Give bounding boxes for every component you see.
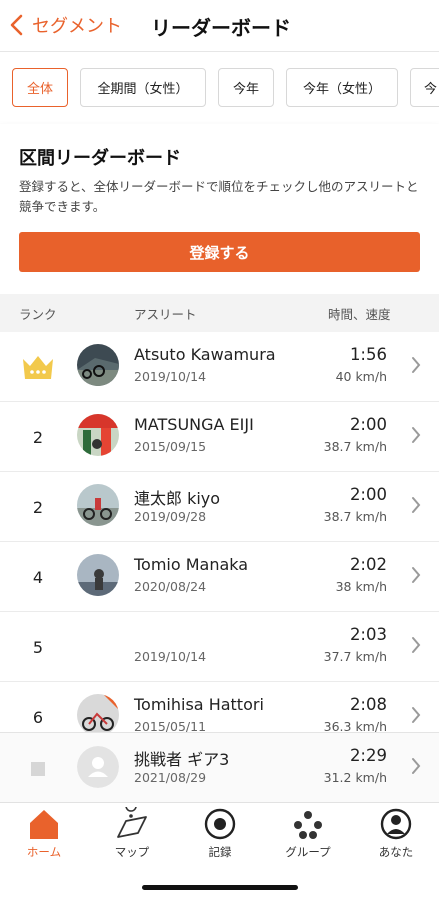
leaderboard-row[interactable]: 4 Tomio Manaka 2020/08/24 2:02 38 km/h — [0, 542, 439, 612]
leaderboard-row[interactable]: 2 連太郎 kiyo 2019/09/28 2:00 38.7 km/h — [0, 472, 439, 542]
record-icon — [204, 808, 236, 840]
effort-date: 2019/10/14 — [134, 649, 207, 664]
filter-bar: 全体 全期間（女性） 今年 今年（女性） 今 — [0, 52, 439, 124]
leaderboard-column-header: ランク アスリート 時間、速度 — [0, 294, 439, 332]
effort-speed: 40 km/h — [335, 369, 387, 384]
leaderboard-row[interactable]: Atsuto Kawamura 2019/10/14 1:56 40 km/h — [0, 332, 439, 402]
effort-speed: 38.7 km/h — [323, 439, 387, 454]
effort-speed: 37.7 km/h — [323, 649, 387, 664]
groups-icon — [294, 811, 322, 839]
effort-speed: 38 km/h — [335, 579, 387, 594]
default-avatar-icon — [77, 746, 119, 788]
tab-label: 記録 — [208, 845, 232, 859]
effort-time: 2:29 — [349, 746, 387, 765]
column-time-speed: 時間、速度 — [328, 307, 391, 322]
bottom-tab-bar: ホーム マップ 記録 グループ あなた — [0, 802, 439, 899]
tab-profile[interactable]: あなた — [352, 807, 439, 865]
column-athlete: アスリート — [134, 307, 197, 322]
tab-groups[interactable]: グループ — [264, 807, 352, 865]
tab-label: あなた — [378, 845, 414, 859]
chevron-right-icon — [412, 707, 421, 723]
avatar — [77, 746, 119, 788]
leaderboard-info-card: 区間リーダーボード 登録すると、全体リーダーボードで順位をチェックし他のアスリー… — [0, 124, 439, 294]
effort-speed: 31.2 km/h — [323, 770, 387, 785]
chevron-left-icon — [10, 14, 23, 36]
effort-date: 2021/08/29 — [134, 770, 207, 785]
leaderboard-list: Atsuto Kawamura 2019/10/14 1:56 40 km/h … — [0, 332, 439, 732]
map-icon — [117, 807, 147, 838]
athlete-name: Tomihisa Hattori — [134, 695, 264, 714]
effort-date: 2015/05/11 — [134, 719, 207, 732]
filter-chip-more[interactable]: 今 — [410, 68, 439, 107]
profile-icon — [380, 808, 412, 840]
back-button[interactable]: セグメント — [8, 10, 122, 40]
effort-time: 1:56 — [349, 345, 387, 364]
avatar — [77, 554, 119, 596]
back-label: セグメント — [32, 16, 122, 37]
effort-time: 2:08 — [349, 695, 387, 714]
tab-home[interactable]: ホーム — [0, 807, 88, 865]
rank-number: 6 — [32, 707, 44, 727]
tab-label: グループ — [285, 845, 331, 859]
home-indicator — [142, 885, 298, 890]
rank-number: 5 — [32, 637, 44, 657]
effort-date: 2019/09/28 — [134, 509, 207, 524]
tab-label: ホーム — [26, 845, 62, 859]
filter-chip-all[interactable]: 全体 — [12, 68, 68, 107]
tab-record[interactable]: 記録 — [176, 807, 264, 865]
card-description: 登録すると、全体リーダーボードで順位をチェックし他のアスリートと競争できます。 — [19, 179, 419, 214]
effort-speed: 36.3 km/h — [323, 719, 387, 732]
effort-speed: 38.7 km/h — [323, 509, 387, 524]
card-title: 区間リーダーボード — [19, 148, 181, 169]
effort-time: 2:00 — [349, 485, 387, 504]
chevron-right-icon — [412, 637, 421, 653]
leaderboard-row[interactable]: 2 MATSUNGA EIJI 2015/09/15 2:00 38.7 km/… — [0, 402, 439, 472]
filter-chip-all-time-women[interactable]: 全期間（女性） — [80, 68, 206, 107]
chevron-right-icon — [412, 567, 421, 583]
leaderboard-row[interactable]: 5 2019/10/14 2:03 37.7 km/h — [0, 612, 439, 682]
athlete-name: 連太郎 kiyo — [134, 489, 221, 508]
home-icon — [30, 810, 58, 839]
athlete-name: Tomio Manaka — [134, 555, 249, 574]
athlete-name: MATSUNGA EIJI — [134, 415, 254, 434]
rank-number: 2 — [32, 497, 44, 517]
chevron-right-icon — [412, 758, 421, 774]
avatar — [77, 694, 119, 732]
rank-number: 4 — [32, 567, 44, 587]
nav-header: セグメント リーダーボード — [0, 0, 439, 52]
effort-date: 2019/10/14 — [134, 369, 207, 384]
effort-time: 2:02 — [349, 555, 387, 574]
rank-placeholder — [31, 762, 45, 776]
chevron-right-icon — [412, 357, 421, 373]
tab-map[interactable]: マップ — [88, 807, 176, 865]
column-rank: ランク — [19, 307, 57, 322]
effort-time: 2:03 — [349, 625, 387, 644]
rank-crown — [20, 332, 56, 402]
chevron-right-icon — [412, 497, 421, 513]
athlete-name: 挑戦者 ギア3 — [134, 750, 230, 769]
chevron-right-icon — [412, 427, 421, 443]
my-effort-row[interactable]: 挑戦者 ギア3 2021/08/29 2:29 31.2 km/h — [0, 732, 439, 802]
effort-date: 2020/08/24 — [134, 579, 207, 594]
effort-time: 2:00 — [349, 415, 387, 434]
crown-icon — [23, 356, 53, 379]
tab-label: マップ — [114, 845, 150, 859]
register-button[interactable]: 登録する — [19, 232, 420, 272]
athlete-name: Atsuto Kawamura — [134, 345, 276, 364]
filter-chip-this-year[interactable]: 今年 — [218, 68, 274, 107]
avatar — [77, 414, 119, 456]
avatar — [77, 484, 119, 526]
avatar — [77, 344, 119, 386]
page-title: リーダーボード — [151, 16, 291, 40]
leaderboard-row[interactable]: 6 Tomihisa Hattori 2015/05/11 2:08 36.3 … — [0, 682, 439, 732]
filter-chip-this-year-women[interactable]: 今年（女性） — [286, 68, 398, 107]
effort-date: 2015/09/15 — [134, 439, 207, 454]
rank-number: 2 — [32, 427, 44, 447]
